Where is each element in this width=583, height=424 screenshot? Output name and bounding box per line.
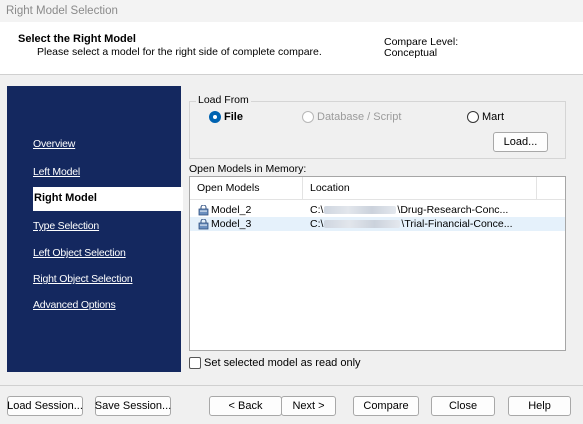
next-button[interactable]: Next > [281,396,336,416]
model-location-cell: C:\ \Trial-Financial-Conce... [310,218,512,230]
page-subtitle: Please select a model for the right side… [37,46,322,58]
open-models-list[interactable]: Open Models Location Model_2 C:\ \Drug-R… [189,176,566,351]
nav-item-left-object-selection[interactable]: Left Object Selection [33,247,126,259]
header-divider [0,74,583,75]
nav-item-overview[interactable]: Overview [33,138,75,150]
page-title: Select the Right Model [18,33,136,45]
location-suffix: \Drug-Research-Conc... [397,204,509,216]
radio-unchecked-icon [467,111,479,123]
column-header-open-models[interactable]: Open Models [190,177,303,199]
location-suffix: \Trial-Financial-Conce... [401,218,513,230]
table-row[interactable]: Model_3 C:\ \Trial-Financial-Conce... [190,217,565,231]
model-location-cell: C:\ \Drug-Research-Conc... [310,204,508,216]
model-name-cell: Model_3 [198,218,251,230]
redacted-path [324,220,401,228]
header-image-placeholder [217,22,274,42]
model-name-cell: Model_2 [198,204,251,216]
close-button[interactable]: Close [431,396,495,416]
model-name: Model_3 [211,218,252,230]
column-header-divider [190,199,565,200]
help-button[interactable]: Help [508,396,571,416]
radio-database-script: Database / Script [302,111,401,123]
compare-button[interactable]: Compare [353,396,419,416]
radio-checked-icon [209,111,221,123]
nav-item-advanced-options[interactable]: Advanced Options [33,299,116,311]
database-model-icon [198,204,209,215]
radio-mart[interactable]: Mart [467,111,504,123]
compare-level-value: Conceptual [384,47,438,59]
table-row[interactable]: Model_2 C:\ \Drug-Research-Conc... [190,203,565,217]
radio-database-script-label: Database / Script [317,111,402,123]
window-title: Right Model Selection [0,0,583,22]
read-only-label: Set selected model as read only [204,357,361,369]
nav-item-type-selection[interactable]: Type Selection [33,220,99,232]
radio-unchecked-icon [302,111,314,123]
location-prefix: C:\ [310,204,324,216]
model-name: Model_2 [211,204,252,216]
radio-file-label: File [224,111,243,123]
load-session-button[interactable]: Load Session... [7,396,83,416]
nav-active-connector [181,187,183,211]
open-models-label: Open Models in Memory: [189,163,307,175]
footer-divider [0,385,583,386]
back-button[interactable]: < Back [209,396,282,416]
save-session-button[interactable]: Save Session... [95,396,171,416]
load-button[interactable]: Load... [493,132,548,152]
redacted-path [324,206,397,214]
nav-item-right-model[interactable]: Right Model [33,187,181,211]
load-from-legend: Load From [196,94,251,106]
radio-mart-label: Mart [482,111,504,123]
location-prefix: C:\ [310,218,324,230]
read-only-checkbox[interactable] [189,357,201,369]
read-only-option[interactable]: Set selected model as read only [189,357,361,369]
column-header-location[interactable]: Location [303,177,537,199]
radio-file[interactable]: File [209,111,243,123]
nav-item-right-object-selection[interactable]: Right Object Selection [33,273,133,285]
nav-item-left-model[interactable]: Left Model [33,166,80,178]
wizard-header: Select the Right Model Please select a m… [0,22,583,74]
database-model-icon [198,218,209,229]
